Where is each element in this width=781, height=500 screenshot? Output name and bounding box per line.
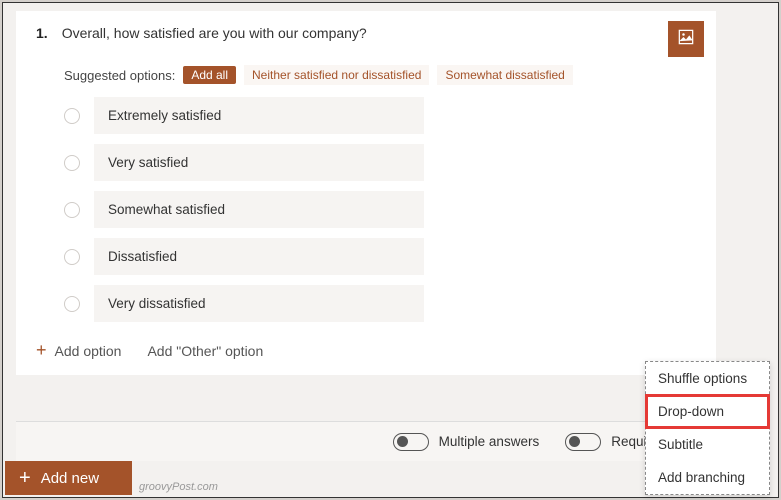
question-row: 1. Overall, how satisfied are you with o… bbox=[36, 25, 696, 41]
add-other-button[interactable]: Add "Other" option bbox=[147, 343, 263, 359]
toggle-label: Multiple answers bbox=[439, 434, 540, 449]
radio-icon bbox=[64, 155, 80, 171]
image-icon bbox=[676, 27, 696, 52]
add-all-button[interactable]: Add all bbox=[183, 66, 236, 84]
radio-icon bbox=[64, 202, 80, 218]
suggested-option[interactable]: Neither satisfied nor dissatisfied bbox=[244, 65, 429, 85]
option-input[interactable]: Somewhat satisfied bbox=[94, 191, 424, 228]
option-input[interactable]: Extremely satisfied bbox=[94, 97, 424, 134]
add-new-label: Add new bbox=[41, 470, 99, 487]
question-toolbar: Multiple answers Required bbox=[16, 421, 716, 461]
option-row: Somewhat satisfied bbox=[64, 191, 696, 228]
suggested-label: Suggested options: bbox=[64, 68, 175, 83]
toggle-icon bbox=[565, 433, 601, 451]
plus-icon: + bbox=[36, 340, 47, 361]
option-row: Very dissatisfied bbox=[64, 285, 696, 322]
option-input[interactable]: Dissatisfied bbox=[94, 238, 424, 275]
add-option-row: + Add option Add "Other" option bbox=[36, 340, 696, 361]
answer-options: Extremely satisfied Very satisfied Somew… bbox=[64, 97, 696, 322]
app-frame: 1. Overall, how satisfied are you with o… bbox=[2, 2, 779, 498]
watermark: groovyPost.com bbox=[139, 481, 218, 493]
question-text[interactable]: Overall, how satisfied are you with our … bbox=[62, 25, 696, 41]
multiple-answers-toggle[interactable]: Multiple answers bbox=[393, 433, 540, 451]
menu-shuffle-options[interactable]: Shuffle options bbox=[646, 362, 769, 395]
add-option-button[interactable]: + Add option bbox=[36, 340, 121, 361]
option-input[interactable]: Very satisfied bbox=[94, 144, 424, 181]
menu-add-branching[interactable]: Add branching bbox=[646, 461, 769, 494]
plus-icon: + bbox=[19, 467, 31, 490]
option-input[interactable]: Very dissatisfied bbox=[94, 285, 424, 322]
radio-icon bbox=[64, 108, 80, 124]
add-option-label: Add option bbox=[55, 343, 122, 359]
add-new-button[interactable]: + Add new bbox=[5, 461, 132, 495]
option-row: Very satisfied bbox=[64, 144, 696, 181]
radio-icon bbox=[64, 249, 80, 265]
option-row: Extremely satisfied bbox=[64, 97, 696, 134]
menu-subtitle[interactable]: Subtitle bbox=[646, 428, 769, 461]
suggested-options-row: Suggested options: Add all Neither satis… bbox=[64, 65, 696, 85]
more-options-menu: Shuffle options Drop-down Subtitle Add b… bbox=[645, 361, 770, 495]
toggle-icon bbox=[393, 433, 429, 451]
menu-drop-down[interactable]: Drop-down bbox=[646, 395, 769, 428]
option-row: Dissatisfied bbox=[64, 238, 696, 275]
suggested-option[interactable]: Somewhat dissatisfied bbox=[437, 65, 572, 85]
insert-media-button[interactable] bbox=[668, 21, 704, 57]
question-number: 1. bbox=[36, 25, 48, 41]
question-card: 1. Overall, how satisfied are you with o… bbox=[16, 11, 716, 375]
radio-icon bbox=[64, 296, 80, 312]
